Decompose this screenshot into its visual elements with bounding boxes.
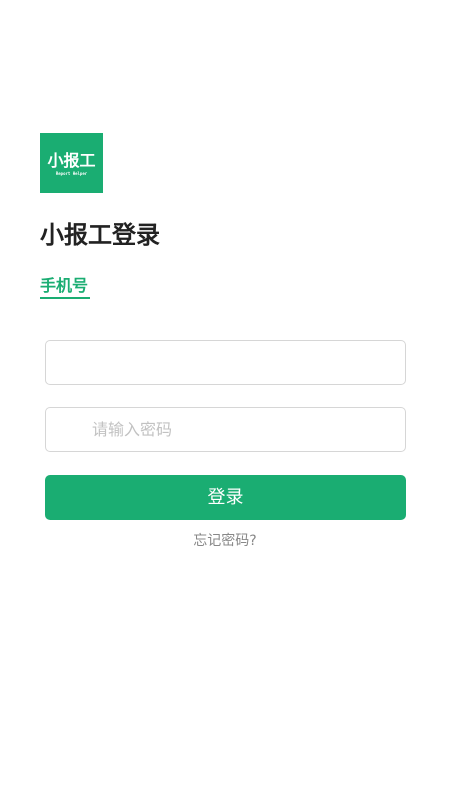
logo-sub-text: Report Helper [55,171,88,176]
phone-input[interactable] [46,341,405,384]
forgot-password-link[interactable]: 忘记密码? [0,531,450,551]
password-field [45,407,406,452]
phone-field [45,340,406,385]
password-input[interactable] [46,408,405,451]
page-title: 小报工登录 [40,221,160,249]
app-logo: 小报工 Report Helper [40,133,103,193]
tab-phone-login[interactable]: 手机号 [40,276,91,299]
login-button[interactable]: 登录 [45,475,406,520]
logo-main-text: 小报工 [47,151,96,170]
